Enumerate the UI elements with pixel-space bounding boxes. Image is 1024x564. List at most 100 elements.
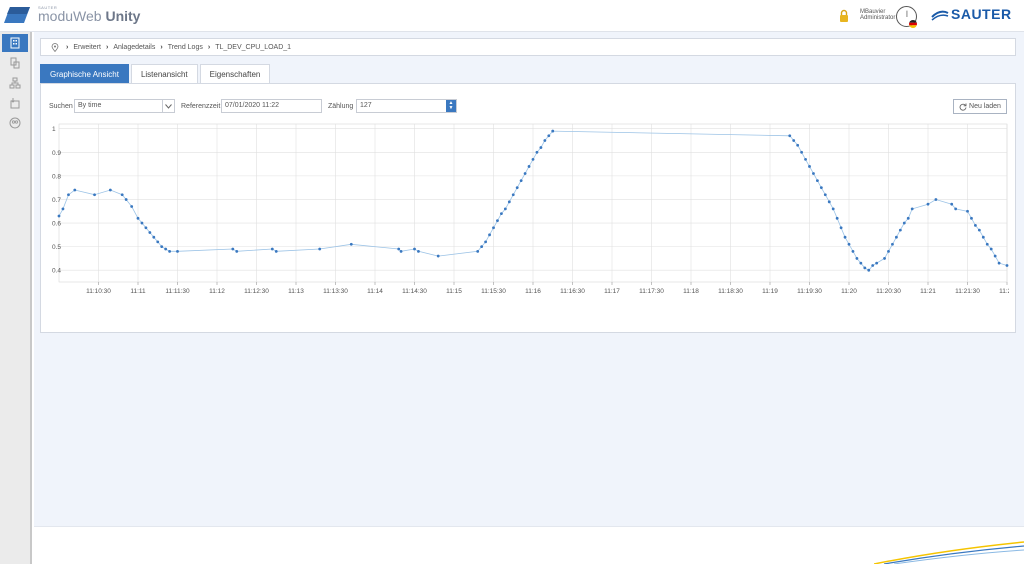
data-point[interactable]	[417, 249, 420, 253]
data-point[interactable]	[859, 261, 863, 265]
data-point[interactable]	[274, 249, 278, 253]
tab-listenansicht[interactable]: Listenansicht	[130, 64, 198, 83]
data-point[interactable]	[539, 146, 543, 149]
data-point[interactable]	[926, 202, 930, 206]
data-point[interactable]	[851, 249, 855, 253]
data-point[interactable]	[855, 257, 859, 260]
data-point[interactable]	[867, 268, 871, 272]
data-point[interactable]	[492, 226, 495, 230]
data-point[interactable]	[67, 193, 70, 197]
data-point[interactable]	[887, 249, 890, 253]
data-point[interactable]	[823, 193, 827, 197]
data-point[interactable]	[231, 247, 235, 251]
data-point[interactable]	[981, 235, 985, 239]
data-point[interactable]	[164, 247, 168, 251]
data-point[interactable]	[796, 143, 800, 147]
data-point[interactable]	[519, 179, 523, 182]
data-point[interactable]	[120, 193, 124, 197]
data-point[interactable]	[847, 242, 851, 246]
data-point[interactable]	[910, 207, 914, 211]
location-pin-icon[interactable]	[51, 42, 59, 52]
data-point[interactable]	[503, 207, 507, 211]
tab-graphische-ansicht[interactable]: Graphische Ansicht	[40, 64, 129, 83]
data-point[interactable]	[527, 165, 531, 168]
data-point[interactable]	[413, 247, 416, 251]
data-point[interactable]	[827, 200, 831, 204]
data-point[interactable]	[551, 129, 555, 133]
data-point[interactable]	[61, 207, 65, 211]
reference-time-input[interactable]: 07/01/2020 11:22	[221, 99, 322, 113]
data-point[interactable]	[891, 242, 894, 246]
data-point[interactable]	[819, 186, 823, 190]
sidebar-item-building[interactable]	[2, 34, 28, 52]
data-point[interactable]	[531, 157, 535, 161]
data-point[interactable]	[831, 207, 835, 211]
data-point[interactable]	[436, 254, 440, 258]
data-point[interactable]	[970, 216, 973, 220]
data-point[interactable]	[235, 249, 239, 253]
data-point[interactable]	[484, 240, 487, 244]
data-point[interactable]	[895, 235, 898, 239]
tab-eigenschaften[interactable]: Eigenschaften	[199, 64, 271, 83]
data-point[interactable]	[997, 261, 1001, 265]
data-point[interactable]	[523, 172, 527, 175]
data-point[interactable]	[966, 209, 969, 213]
data-point[interactable]	[318, 247, 322, 251]
data-point[interactable]	[488, 233, 491, 237]
data-point[interactable]	[883, 257, 886, 260]
data-point[interactable]	[875, 261, 879, 265]
lock-icon[interactable]	[839, 9, 849, 23]
reload-button[interactable]: Neu laden	[953, 99, 1007, 114]
data-point[interactable]	[977, 228, 981, 232]
data-point[interactable]	[547, 134, 551, 138]
cpu-load-line-chart[interactable]: 0.4 0.5 0.6 0.7 0.8 0.9 1 11:10:30 11:11 11:11:3…	[49, 122, 1009, 302]
breadcrumb-item-anlagedetails[interactable]: Anlagedetails	[113, 44, 155, 51]
breadcrumb-item-trend-logs[interactable]: Trend Logs	[168, 44, 203, 51]
data-point[interactable]	[168, 249, 171, 253]
data-point[interactable]	[835, 216, 839, 220]
data-point[interactable]	[397, 247, 401, 251]
sidebar-item-network[interactable]	[2, 74, 28, 92]
data-point[interactable]	[399, 249, 403, 253]
search-mode-select[interactable]: By time	[74, 99, 175, 113]
data-point[interactable]	[543, 139, 547, 142]
data-point[interactable]	[140, 221, 144, 225]
data-point[interactable]	[511, 193, 515, 197]
data-point[interactable]	[792, 139, 796, 142]
data-point[interactable]	[954, 207, 958, 211]
data-point[interactable]	[500, 212, 503, 216]
data-point[interactable]	[950, 202, 954, 206]
data-point[interactable]	[152, 235, 156, 239]
data-point[interactable]	[800, 150, 803, 154]
data-point[interactable]	[130, 205, 134, 208]
data-point[interactable]	[808, 165, 811, 168]
breadcrumb-item-erweitert[interactable]: Erweitert	[73, 44, 101, 51]
data-point[interactable]	[898, 228, 902, 232]
sidebar-item-import[interactable]	[2, 94, 28, 112]
data-point[interactable]	[871, 264, 875, 267]
count-stepper[interactable]: 127 ▲ ▼	[356, 99, 457, 113]
stepper-arrows-icon[interactable]: ▲ ▼	[446, 100, 456, 112]
sidebar-item-users[interactable]	[2, 114, 28, 132]
data-point[interactable]	[804, 157, 807, 161]
data-point[interactable]	[349, 242, 353, 246]
data-point[interactable]	[144, 226, 148, 230]
data-point[interactable]	[93, 193, 96, 197]
data-point[interactable]	[812, 172, 815, 175]
data-point[interactable]	[124, 198, 128, 201]
data-point[interactable]	[148, 231, 152, 234]
data-point[interactable]	[989, 247, 993, 251]
data-point[interactable]	[985, 242, 989, 246]
data-point[interactable]	[57, 214, 61, 218]
data-point[interactable]	[906, 216, 910, 220]
data-point[interactable]	[496, 219, 499, 223]
data-point[interactable]	[1005, 264, 1009, 267]
data-point[interactable]	[816, 179, 819, 182]
data-point[interactable]	[902, 221, 906, 225]
data-point[interactable]	[535, 150, 539, 154]
data-point[interactable]	[270, 247, 274, 251]
data-point[interactable]	[160, 245, 164, 249]
sidebar-item-devices[interactable]	[2, 54, 28, 72]
data-point[interactable]	[136, 216, 140, 220]
data-point[interactable]	[176, 249, 179, 253]
